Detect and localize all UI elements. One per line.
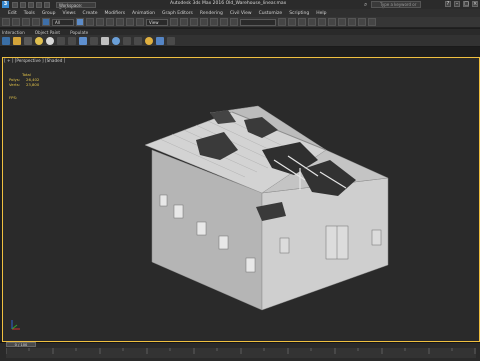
timeline-ruler[interactable] (6, 348, 476, 358)
axis-tripod-icon (11, 320, 20, 330)
warehouse-model[interactable] (0, 0, 480, 360)
time-slider-handle[interactable]: 0 / 100 (6, 342, 36, 347)
